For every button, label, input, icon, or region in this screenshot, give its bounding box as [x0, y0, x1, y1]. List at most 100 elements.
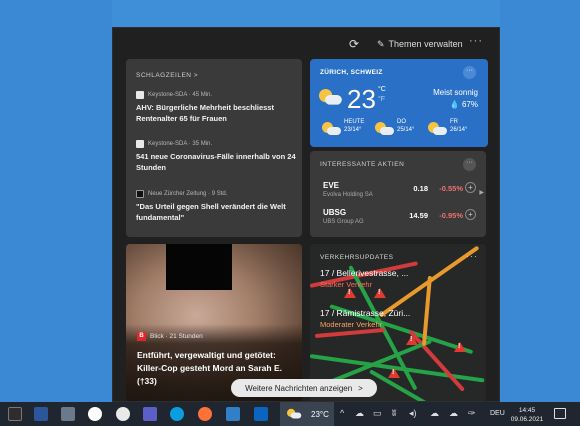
onedrive-icon[interactable]: ☁ — [430, 408, 439, 419]
stock-change: -0.55% — [439, 184, 463, 193]
headline-source: Neue Zürcher Zeitung · 9 Std. — [136, 190, 296, 198]
stock-symbol: EVE — [323, 181, 340, 190]
headline-title[interactable]: "Das Urteil gegen Shell verändert die We… — [136, 201, 296, 223]
teams-icon[interactable] — [143, 407, 157, 421]
traffic-route: 17 / Bellerivestrasse, ... — [320, 268, 409, 278]
refresh-icon[interactable]: ⟳ — [347, 37, 361, 51]
manage-topics-label: Themen verwalten — [388, 39, 463, 49]
volume-icon[interactable]: ◂) — [409, 408, 417, 419]
weather-condition: Meist sonnig — [433, 88, 478, 97]
weather-card[interactable]: ZÜRICH, SCHWEIZ ··· 23 °C °F Meist sonni… — [310, 59, 488, 147]
stocks-card: INTERESSANTE AKTIEN ··· EVE Evolva Holdi… — [310, 151, 486, 237]
traffic-warning-icon — [388, 368, 400, 378]
wifi-icon[interactable]: ʬ — [392, 408, 396, 418]
stock-price: 14.59 — [409, 211, 428, 220]
weather-more-button[interactable]: ··· — [463, 66, 476, 79]
traffic-warning-icon — [344, 288, 356, 298]
forecast-range: 26/14° — [450, 127, 468, 133]
traffic-item[interactable]: 17 / Rämistrasse, Züri... Moderater Verk… — [320, 308, 480, 329]
headline-title[interactable]: 541 neue Coronavirus-Fälle innerhalb von… — [136, 151, 296, 173]
partly-sunny-icon — [322, 122, 342, 136]
partly-sunny-icon — [319, 89, 343, 106]
news-and-interests-panel: ⟳ ✎ Themen verwalten ··· SCHLAGZEILEN > … — [112, 27, 500, 402]
stock-row[interactable]: EVE Evolva Holding SA 0.18 -0.55% + — [320, 181, 478, 203]
partly-sunny-icon — [375, 122, 395, 136]
traffic-warning-icon — [454, 342, 466, 352]
headline-item[interactable]: Keystone-SDA · 45 Min. AHV: Bürgerliche … — [136, 91, 296, 124]
firefox-icon[interactable] — [198, 407, 212, 421]
traffic-more-button[interactable]: ··· — [466, 251, 478, 261]
forecast-day: HEUTE 23/14° — [322, 119, 372, 139]
taskbar-weather-temp: 23°C — [311, 409, 329, 419]
forecast-day-label: FR — [450, 119, 458, 125]
add-stock-icon[interactable]: + — [465, 209, 476, 220]
onedrive-sync-icon[interactable]: ☁ — [449, 408, 458, 419]
stock-symbol: UBSG — [323, 208, 347, 217]
headline-title[interactable]: AHV: Bürgerliche Mehrheit beschliesst Re… — [136, 102, 296, 124]
word-icon[interactable] — [34, 407, 48, 421]
chevron-up-icon[interactable]: ^ — [340, 408, 344, 418]
stocks-title: INTERESSANTE AKTIEN — [320, 161, 405, 168]
traffic-item[interactable]: 17 / Bellerivestrasse, ... Starker Verke… — [320, 268, 480, 289]
taskbar-weather-button[interactable]: 23°C — [280, 402, 334, 426]
battery-icon[interactable]: ▭ — [373, 408, 382, 419]
traffic-status: Moderater Verkehr — [320, 320, 383, 329]
stock-price: 0.18 — [413, 184, 428, 193]
language-indicator[interactable]: DEU — [490, 410, 505, 417]
stocks-more-button[interactable]: ··· — [463, 158, 476, 171]
forecast-day-label: HEUTE — [344, 119, 365, 125]
traffic-warning-icon — [374, 288, 386, 298]
forecast-day: DO 25/14° — [375, 119, 425, 139]
forecast-range: 25/14° — [397, 127, 415, 133]
humidity-value: 67% — [461, 100, 478, 109]
more-news-label: Weitere Nachrichten anzeigen — [245, 383, 353, 393]
headline-source: Keystone-SDA · 45 Min. — [136, 91, 296, 99]
partly-sunny-icon — [428, 122, 448, 136]
story-source: B Blick · 21 Stunden — [137, 332, 203, 341]
notification-center-icon[interactable] — [554, 408, 566, 419]
headline-item[interactable]: Keystone-SDA · 35 Min. 541 neue Coronavi… — [136, 140, 296, 173]
forecast-range: 23/14° — [344, 127, 362, 133]
panel-more-button[interactable]: ··· — [469, 35, 483, 47]
clock[interactable]: 14:45 09.06.2021 — [510, 406, 544, 424]
cloud-icon[interactable]: ☁ — [355, 408, 364, 419]
desktop-background-right — [500, 0, 580, 402]
more-news-button[interactable]: Weitere Nachrichten anzeigen > — [231, 379, 377, 397]
stock-change: -0.95% — [439, 211, 463, 220]
stock-name: UBS Group AG — [323, 219, 364, 225]
stocks-next-arrow-icon[interactable]: ▶ — [479, 189, 484, 196]
forecast-day-label: DO — [397, 119, 406, 125]
stock-row[interactable]: UBSG UBS Group AG 14.59 -0.95% + — [320, 208, 478, 230]
traffic-title: VERKEHRSUPDATES — [320, 254, 394, 261]
unit-fahrenheit-toggle[interactable]: °F — [378, 96, 385, 103]
headline-source-label: Neue Zürcher Zeitung · 9 Std. — [148, 191, 228, 197]
partly-sunny-icon — [287, 408, 302, 420]
keystone-logo-icon — [136, 140, 144, 148]
headlines-title[interactable]: SCHLAGZEILEN > — [136, 72, 198, 79]
outlook-icon[interactable] — [254, 407, 268, 421]
keystone-logo-icon — [136, 91, 144, 99]
clock-time: 14:45 — [518, 407, 536, 414]
desktop-background — [0, 0, 112, 402]
add-stock-icon[interactable]: + — [465, 182, 476, 193]
weather-location: ZÜRICH, SCHWEIZ — [320, 69, 383, 76]
traffic-status: Starker Verkehr — [320, 280, 373, 289]
chevron-right-icon: > — [358, 383, 363, 393]
traffic-warning-icon — [406, 335, 418, 345]
task-view-icon[interactable] — [8, 407, 22, 421]
skype-icon[interactable] — [170, 407, 184, 421]
slack-icon[interactable] — [116, 407, 130, 421]
pen-icon[interactable]: ✑ — [468, 408, 476, 419]
headline-source: Keystone-SDA · 35 Min. — [136, 140, 296, 148]
calculator-icon[interactable] — [61, 407, 75, 421]
rdp-icon[interactable] — [226, 407, 240, 421]
panel-toolbar: ⟳ ✎ Themen verwalten ··· — [113, 28, 499, 58]
manage-topics-button[interactable]: ✎ Themen verwalten — [377, 37, 463, 51]
unit-celsius-toggle[interactable]: °C — [378, 86, 386, 93]
weather-temperature: 23 — [347, 84, 376, 114]
clock-date: 09.06.2021 — [510, 416, 544, 423]
stock-name: Evolva Holding SA — [323, 192, 373, 198]
taskbar: 23°C ^ ☁ ▭ ʬ ◂) ☁ ☁ ✑ DEU 14:45 09.06.20… — [0, 402, 580, 426]
headline-item[interactable]: Neue Zürcher Zeitung · 9 Std. "Das Urtei… — [136, 190, 296, 223]
cortana-icon[interactable] — [88, 407, 102, 421]
